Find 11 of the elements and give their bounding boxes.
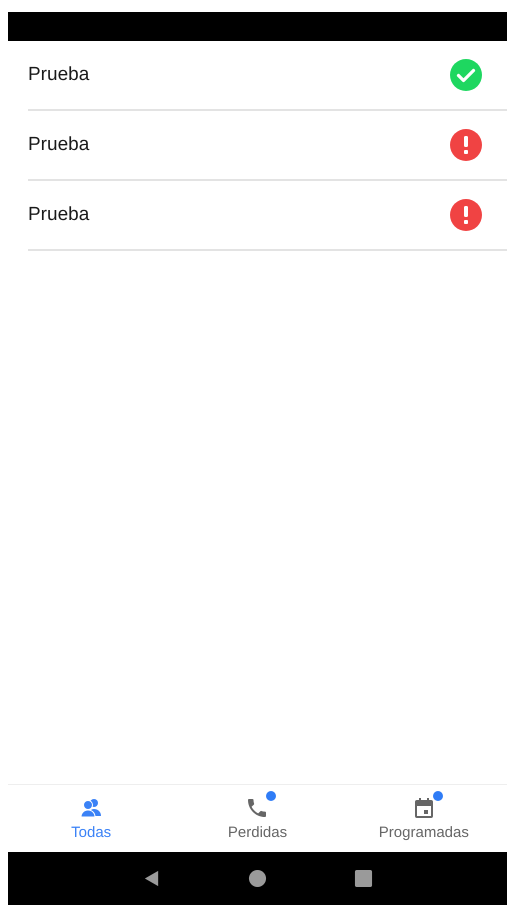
list-item-title: Prueba: [28, 64, 90, 86]
list-item-title: Prueba: [28, 204, 90, 226]
check-icon: [450, 59, 482, 91]
nav-tab[interactable]: Perdidas: [174, 785, 341, 852]
nav-tab[interactable]: Programadas: [340, 785, 507, 852]
home-icon[interactable]: [248, 869, 267, 888]
error-icon: [450, 199, 482, 231]
nav-tab[interactable]: Todas: [8, 785, 174, 852]
error-icon: [450, 129, 482, 161]
list-item-title: Prueba: [28, 134, 90, 156]
recents-icon[interactable]: [354, 869, 374, 888]
